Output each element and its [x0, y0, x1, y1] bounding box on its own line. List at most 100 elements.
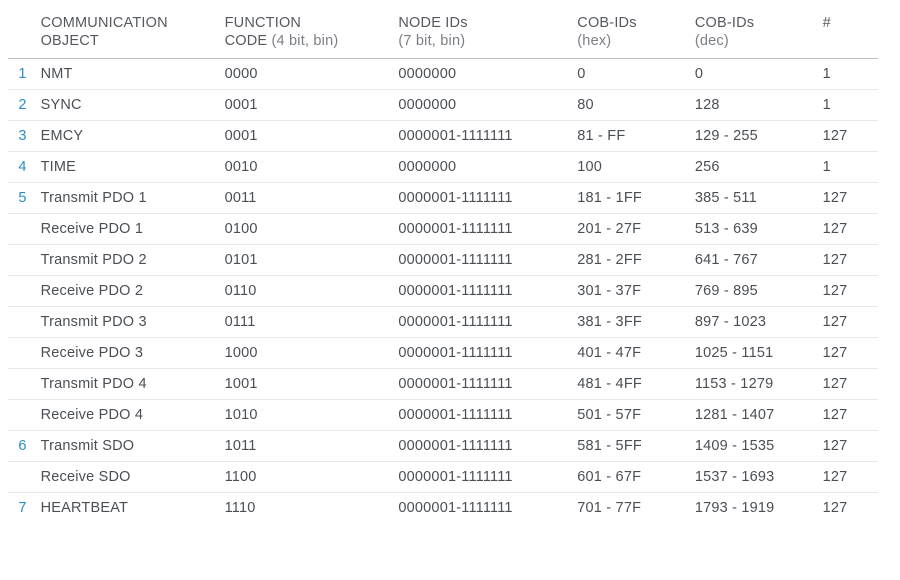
cell-cob-ids-hex: 181 - 1FF — [571, 183, 689, 214]
cell-function-code: 1110 — [219, 493, 393, 524]
cell-count: 127 — [817, 276, 878, 307]
cell-count: 127 — [817, 214, 878, 245]
cell-cob-ids-dec: 256 — [689, 152, 817, 183]
cell-cob-ids-dec: 1537 - 1693 — [689, 462, 817, 493]
table-row: 1NMT00000000000001 — [8, 59, 878, 90]
row-index: 5 — [8, 183, 35, 214]
canopen-cobid-table: COMMUNICATION OBJECT FUNCTION CODE (4 bi… — [8, 10, 878, 523]
cell-count: 1 — [817, 90, 878, 121]
cell-cob-ids-hex: 401 - 47F — [571, 338, 689, 369]
cell-communication-object: Transmit PDO 2 — [35, 245, 219, 276]
header-sub: (4 bit, bin) — [267, 33, 338, 49]
row-index — [8, 369, 35, 400]
col-cob-ids-dec: COB-IDs (dec) — [689, 10, 817, 59]
cell-cob-ids-hex: 381 - 3FF — [571, 307, 689, 338]
cell-count: 127 — [817, 462, 878, 493]
col-count: # — [817, 10, 878, 59]
cell-cob-ids-hex: 80 — [571, 90, 689, 121]
header-sub: (dec) — [695, 33, 729, 49]
cell-cob-ids-dec: 1025 - 1151 — [689, 338, 817, 369]
row-index: 7 — [8, 493, 35, 524]
header-line: COMMUNICATION — [41, 15, 168, 31]
cell-node-ids: 0000001-1111111 — [392, 276, 571, 307]
cell-node-ids: 0000001-1111111 — [392, 369, 571, 400]
cell-count: 127 — [817, 121, 878, 152]
header-line: COB-IDs — [577, 15, 636, 31]
col-function-code: FUNCTION CODE (4 bit, bin) — [219, 10, 393, 59]
table-row: 2SYNC00010000000801281 — [8, 90, 878, 121]
table-row: Receive PDO 310000000001-1111111401 - 47… — [8, 338, 878, 369]
cell-cob-ids-hex: 601 - 67F — [571, 462, 689, 493]
col-cob-ids-hex: COB-IDs (hex) — [571, 10, 689, 59]
cell-cob-ids-dec: 385 - 511 — [689, 183, 817, 214]
cell-cob-ids-dec: 129 - 255 — [689, 121, 817, 152]
cell-node-ids: 0000001-1111111 — [392, 400, 571, 431]
table-row: 6Transmit SDO10110000001-1111111581 - 5F… — [8, 431, 878, 462]
cell-function-code: 0001 — [219, 121, 393, 152]
row-index — [8, 214, 35, 245]
cell-node-ids: 0000001-1111111 — [392, 462, 571, 493]
cell-function-code: 0111 — [219, 307, 393, 338]
row-index: 2 — [8, 90, 35, 121]
table-row: Transmit PDO 201010000001-1111111281 - 2… — [8, 245, 878, 276]
header-line: CODE — [225, 33, 268, 49]
cell-communication-object: EMCY — [35, 121, 219, 152]
table-row: Receive SDO11000000001-1111111601 - 67F1… — [8, 462, 878, 493]
cell-count: 127 — [817, 307, 878, 338]
table-row: Receive PDO 101000000001-1111111201 - 27… — [8, 214, 878, 245]
row-index: 6 — [8, 431, 35, 462]
cell-cob-ids-dec: 128 — [689, 90, 817, 121]
row-index: 1 — [8, 59, 35, 90]
cell-communication-object: Receive PDO 1 — [35, 214, 219, 245]
cell-cob-ids-hex: 701 - 77F — [571, 493, 689, 524]
table-row: 4TIME001000000001002561 — [8, 152, 878, 183]
cell-cob-ids-hex: 581 - 5FF — [571, 431, 689, 462]
row-index — [8, 338, 35, 369]
cell-count: 127 — [817, 245, 878, 276]
header-sub: (7 bit, bin) — [398, 33, 465, 49]
cell-cob-ids-dec: 1409 - 1535 — [689, 431, 817, 462]
cell-count: 1 — [817, 152, 878, 183]
cell-communication-object: HEARTBEAT — [35, 493, 219, 524]
row-index: 3 — [8, 121, 35, 152]
cell-count: 127 — [817, 493, 878, 524]
table-header: COMMUNICATION OBJECT FUNCTION CODE (4 bi… — [8, 10, 878, 59]
cell-communication-object: SYNC — [35, 90, 219, 121]
cell-cob-ids-hex: 301 - 37F — [571, 276, 689, 307]
cell-function-code: 0011 — [219, 183, 393, 214]
cell-function-code: 0100 — [219, 214, 393, 245]
cell-communication-object: NMT — [35, 59, 219, 90]
cell-communication-object: TIME — [35, 152, 219, 183]
table-body: 1NMT000000000000012SYNC00010000000801281… — [8, 59, 878, 524]
cell-node-ids: 0000000 — [392, 152, 571, 183]
col-index — [8, 10, 35, 59]
cell-function-code: 1001 — [219, 369, 393, 400]
cell-function-code: 0001 — [219, 90, 393, 121]
cell-communication-object: Transmit SDO — [35, 431, 219, 462]
row-index — [8, 276, 35, 307]
cell-node-ids: 0000001-1111111 — [392, 121, 571, 152]
cell-function-code: 1010 — [219, 400, 393, 431]
cell-cob-ids-hex: 201 - 27F — [571, 214, 689, 245]
header-sub: (hex) — [577, 33, 611, 49]
cell-function-code: 0101 — [219, 245, 393, 276]
header-line: OBJECT — [41, 33, 99, 49]
cell-communication-object: Receive PDO 4 — [35, 400, 219, 431]
cell-cob-ids-hex: 0 — [571, 59, 689, 90]
cell-node-ids: 0000001-1111111 — [392, 245, 571, 276]
cell-cob-ids-dec: 769 - 895 — [689, 276, 817, 307]
col-node-ids: NODE IDs (7 bit, bin) — [392, 10, 571, 59]
cell-communication-object: Transmit PDO 4 — [35, 369, 219, 400]
cell-node-ids: 0000001-1111111 — [392, 307, 571, 338]
table-row: Transmit PDO 301110000001-1111111381 - 3… — [8, 307, 878, 338]
cell-cob-ids-hex: 100 — [571, 152, 689, 183]
cell-cob-ids-dec: 1281 - 1407 — [689, 400, 817, 431]
cell-function-code: 0000 — [219, 59, 393, 90]
cell-node-ids: 0000001-1111111 — [392, 431, 571, 462]
table-row: 7HEARTBEAT11100000001-1111111701 - 77F17… — [8, 493, 878, 524]
col-communication-object: COMMUNICATION OBJECT — [35, 10, 219, 59]
cell-node-ids: 0000001-1111111 — [392, 214, 571, 245]
table-row: 5Transmit PDO 100110000001-1111111181 - … — [8, 183, 878, 214]
cell-node-ids: 0000000 — [392, 59, 571, 90]
cell-communication-object: Receive PDO 2 — [35, 276, 219, 307]
